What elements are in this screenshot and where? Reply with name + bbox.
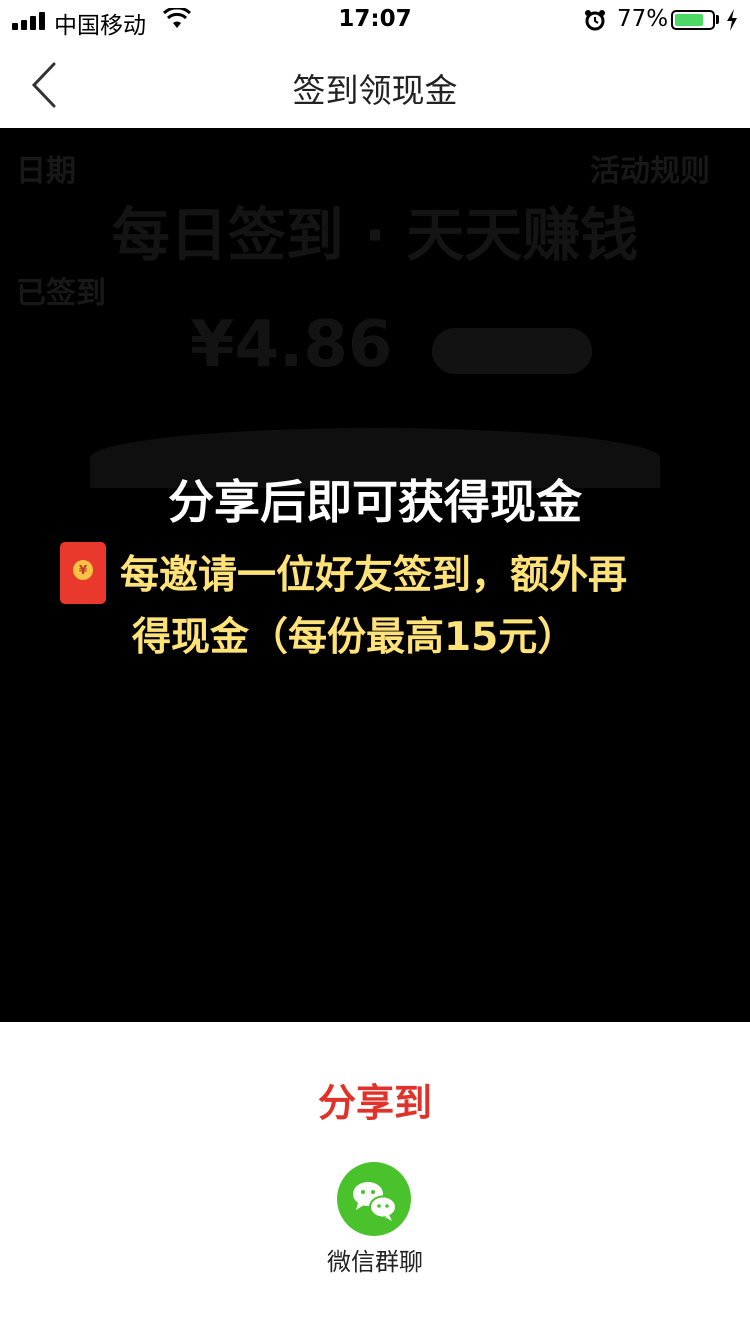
status-bar: 中国移动 17:07 77% [0, 0, 750, 40]
share-sheet-title: 分享到 [317, 1081, 432, 1125]
battery-icon [671, 10, 715, 30]
share-wechat-group-button[interactable]: 微信群聊 [310, 1158, 440, 1288]
share-sheet: 分享到 微信群聊 [0, 1022, 750, 1334]
wechat-group-label: 微信群聊 [327, 1248, 423, 1276]
background-date-label: 日期 [16, 154, 76, 189]
background-withdraw-pill [432, 328, 592, 374]
wechat-bubbles-icon [353, 1182, 397, 1221]
background-amount: ¥4.86 [190, 308, 393, 382]
charging-bolt-icon [727, 9, 737, 31]
background-rules-link: 活动规则 [590, 154, 710, 189]
page-title: 签到领现金 [292, 71, 458, 110]
background-checked-label: 已签到 [16, 276, 106, 311]
battery-cap [716, 15, 719, 24]
share-headline: 分享后即可获得现金 [168, 475, 582, 529]
navigation-bar: 签到领现金 [0, 40, 750, 128]
promo-text-line-1: 每邀请一位好友签到，额外再 [120, 553, 628, 598]
red-packet-icon [60, 542, 106, 604]
battery-fill [675, 14, 703, 26]
battery-percentage: 77% [617, 6, 669, 32]
alarm-icon [585, 10, 605, 31]
promo-text-line-2: 得现金（每份最高15元） [132, 615, 577, 660]
background-headline: 每日签到 · 天天赚钱 [111, 201, 639, 269]
share-prompt-overlay[interactable]: 日期 活动规则 每日签到 · 天天赚钱 已签到 ¥4.86 分享后即可获得现金 … [0, 128, 750, 1022]
wechat-icon [337, 1162, 411, 1236]
